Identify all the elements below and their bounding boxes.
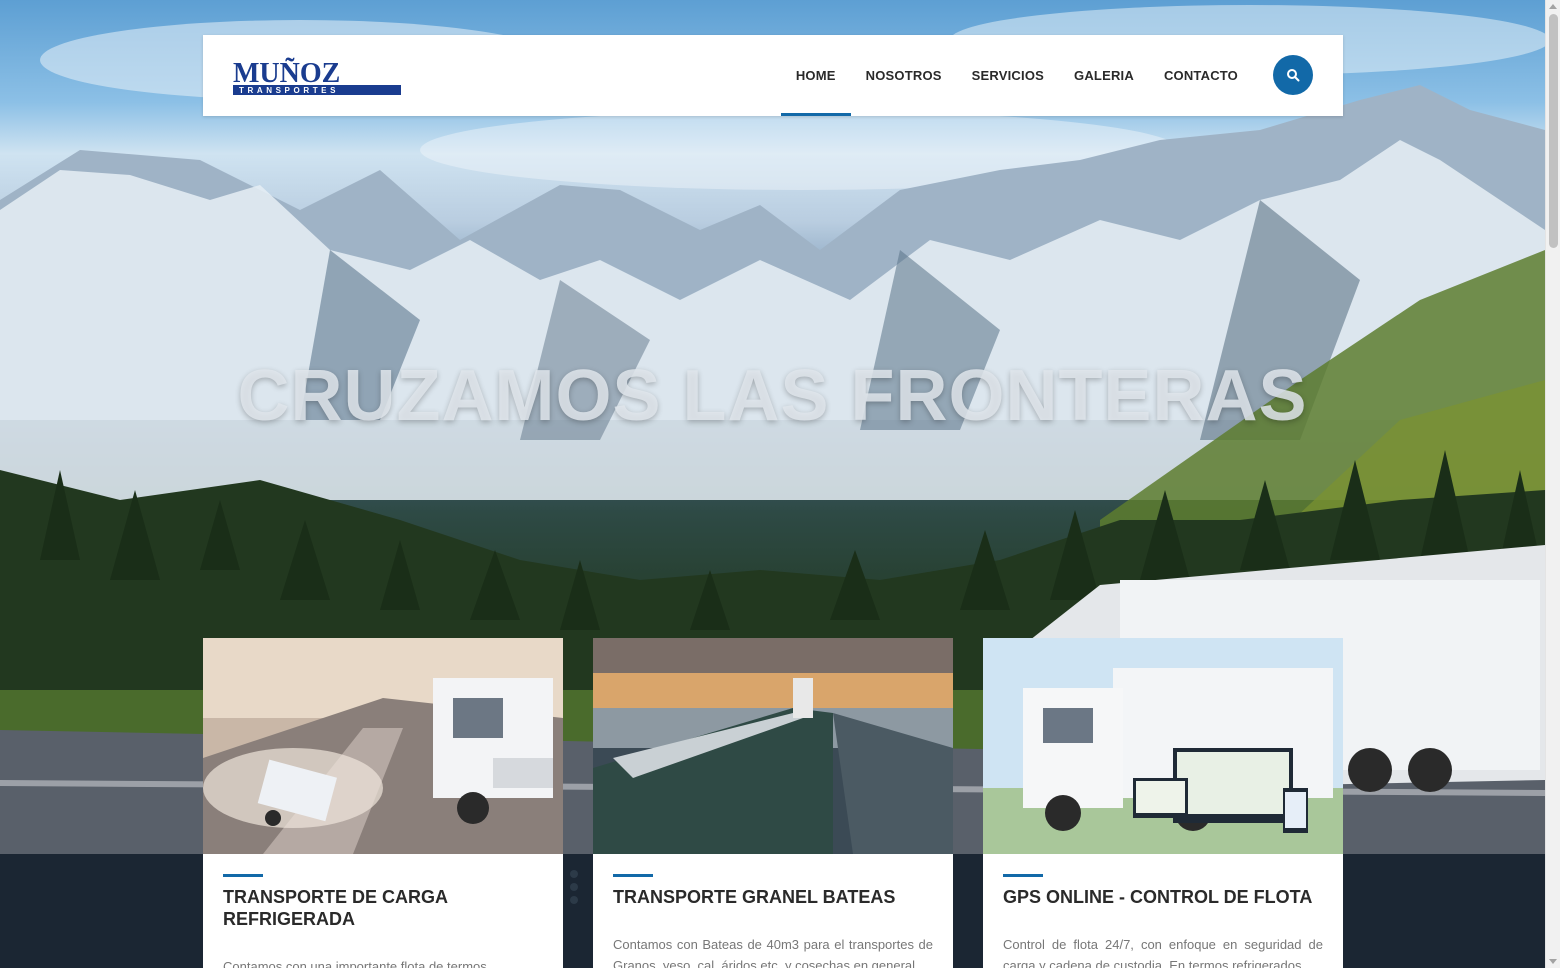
nav-contacto[interactable]: CONTACTO — [1149, 35, 1253, 116]
card-accent-bar — [223, 874, 263, 877]
carousel-dots — [570, 870, 578, 909]
company-logo[interactable]: MUÑOZ TRANSPORTES — [233, 57, 403, 97]
service-card-granel[interactable]: TRANSPORTE GRANEL BATEAS Contamos con Ba… — [593, 638, 953, 968]
main-nav: HOME NOSOTROS SERVICIOS GALERIA CONTACTO — [780, 35, 1253, 116]
nav-servicios[interactable]: SERVICIOS — [957, 35, 1059, 116]
search-button[interactable] — [1273, 55, 1313, 95]
card-accent-bar — [613, 874, 653, 877]
card-title[interactable]: TRANSPORTE GRANEL BATEAS — [613, 886, 933, 908]
card-title[interactable]: TRANSPORTE DE CARGA REFRIGERADA — [223, 886, 543, 930]
card-title[interactable]: GPS ONLINE - CONTROL DE FLOTA — [1003, 886, 1323, 908]
service-card-gps[interactable]: GPS ONLINE - CONTROL DE FLOTA Control de… — [983, 638, 1343, 968]
dot — [570, 870, 578, 878]
search-icon — [1287, 69, 1300, 82]
hero-title: CRUZAMOS LAS FRONTERAS — [237, 356, 1308, 436]
logo-mark: MUÑOZ TRANSPORTES — [233, 58, 401, 95]
card-text: Control de flota 24/7, con enfoque en se… — [1003, 937, 1323, 968]
scrollbar-thumb[interactable] — [1549, 14, 1558, 248]
card-image-ship — [593, 638, 953, 854]
service-card-refrigerada[interactable]: TRANSPORTE DE CARGA REFRIGERADA Contamos… — [203, 638, 563, 968]
card-text: Contamos con Bateas de 40m3 para el tran… — [613, 937, 933, 968]
page-scrollbar[interactable] — [1545, 0, 1560, 968]
logo-main-text: MUÑOZ — [233, 58, 340, 89]
dot — [570, 896, 578, 904]
dot — [570, 883, 578, 891]
nav-nosotros[interactable]: NOSOTROS — [851, 35, 957, 116]
nav-home[interactable]: HOME — [780, 35, 851, 116]
scroll-down-arrow-icon[interactable] — [1549, 959, 1557, 964]
nav-galeria[interactable]: GALERIA — [1059, 35, 1149, 116]
site-header: MUÑOZ TRANSPORTES HOME NOSOTROS SERVICIO… — [203, 35, 1343, 116]
card-text: Contamos con una importante flota de ter… — [223, 959, 487, 968]
card-image-trucks — [203, 638, 563, 854]
card-image-gps — [983, 638, 1343, 854]
card-accent-bar — [1003, 874, 1043, 877]
scroll-up-arrow-icon[interactable] — [1549, 4, 1557, 9]
logo-sub-text: TRANSPORTES — [239, 86, 339, 95]
